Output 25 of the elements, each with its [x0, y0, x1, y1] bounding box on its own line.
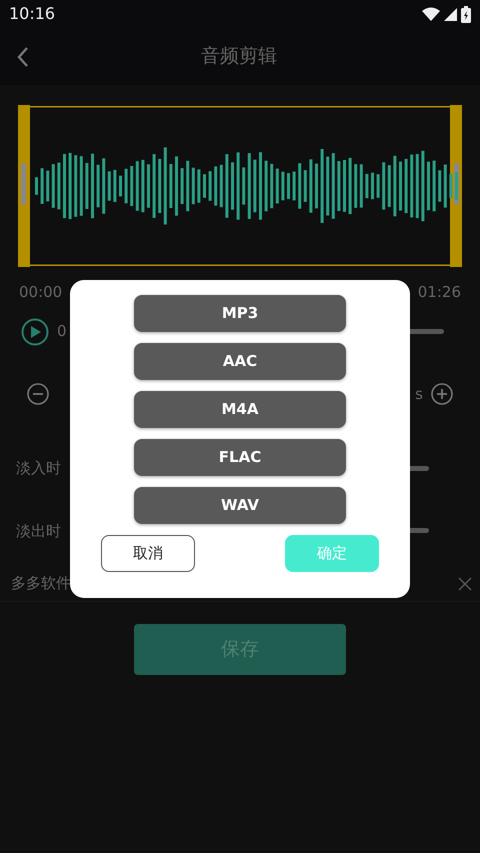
- format-button[interactable]: M4A: [134, 391, 346, 428]
- battery-icon: [461, 6, 471, 22]
- duration-unit: s: [415, 384, 423, 404]
- fade-out-label: 淡出时: [16, 520, 61, 542]
- cancel-button[interactable]: 取消: [101, 535, 195, 572]
- signal-icon: [444, 8, 457, 20]
- play-button[interactable]: [21, 318, 49, 346]
- page-title: 音频剪辑: [200, 44, 278, 70]
- format-button[interactable]: FLAC: [134, 439, 346, 476]
- elapsed-time: 0: [57, 321, 67, 342]
- plus-icon[interactable]: [431, 382, 453, 405]
- play-icon: [21, 318, 49, 346]
- fade-in-label: 淡入时: [16, 458, 61, 479]
- format-button[interactable]: WAV: [134, 487, 346, 524]
- status-time: 10:16: [9, 3, 56, 25]
- close-icon[interactable]: [458, 576, 472, 590]
- back-icon: [16, 46, 30, 68]
- start-time: 00:00: [19, 282, 62, 303]
- ad-text: 多多软件: [11, 573, 71, 594]
- slider-track: [408, 329, 444, 334]
- minus-icon[interactable]: [27, 382, 49, 405]
- format-button[interactable]: AAC: [134, 343, 346, 380]
- wifi-icon: [422, 7, 440, 21]
- end-time: 01:26: [418, 282, 461, 303]
- format-button[interactable]: MP3: [134, 295, 346, 332]
